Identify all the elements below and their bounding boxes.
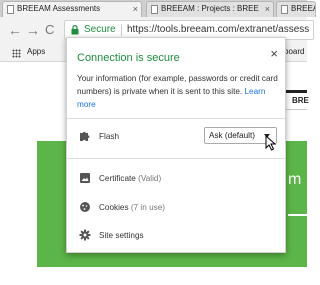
tab-close-icon[interactable]: × (133, 2, 138, 16)
gear-icon (79, 229, 91, 241)
cookies-count: (7 in use) (130, 203, 166, 212)
cookies-item[interactable]: Cookies (7 in use) (99, 203, 165, 212)
cookies-label[interactable]: Cookies (99, 203, 129, 212)
banner-line (288, 214, 307, 216)
puzzle-icon (80, 131, 90, 141)
site-settings-link[interactable]: Site settings (99, 231, 144, 240)
certificate-status: (Valid) (138, 174, 162, 183)
apps-grid-icon[interactable] (12, 49, 21, 58)
back-arrow-icon[interactable]: ← (8, 22, 22, 38)
site-info-popup: Connection is secure × Your information … (66, 37, 286, 253)
page-icon (151, 5, 158, 14)
tab-breeam-assessments-2[interactable]: BREEAM Assessments (276, 1, 316, 17)
bookmark-item[interactable]: board (284, 47, 304, 56)
tab-title: BREEAM Assessments (291, 4, 315, 13)
tab-breeam-projects[interactable]: BREEAM : Projects : BREE × (146, 1, 274, 17)
cookie-icon (80, 202, 90, 212)
certificate-item[interactable]: Certificate (Valid) (99, 174, 161, 183)
tab-title: BREEAM : Projects : BREE (161, 4, 259, 13)
page-icon (281, 5, 288, 14)
popup-title: Connection is secure (77, 52, 180, 64)
mouse-cursor-icon (265, 135, 277, 151)
page-icon (7, 5, 14, 14)
reload-icon[interactable]: C (45, 22, 54, 38)
banner-text: m (288, 171, 302, 188)
certificate-label[interactable]: Certificate (99, 174, 136, 183)
certificate-icon (80, 173, 90, 183)
close-icon[interactable]: × (270, 46, 278, 61)
divider (67, 158, 285, 159)
select-value: Ask (default) (209, 131, 255, 140)
tab-title: BREEAM Assessments (17, 4, 101, 13)
page-header-text: BRE (292, 96, 309, 105)
apps-bookmark[interactable]: Apps (27, 47, 45, 56)
separator (121, 24, 122, 36)
security-description: Your information (for example, passwords… (77, 72, 279, 111)
divider (67, 118, 285, 119)
forward-arrow-icon[interactable]: → (26, 22, 40, 38)
flash-label: Flash (99, 132, 120, 141)
tab-strip: BREEAM Assessments × BREEAM : Projects :… (0, 0, 316, 17)
tab-close-icon[interactable]: × (265, 2, 270, 16)
tab-breeam-assessments[interactable]: BREEAM Assessments × (2, 1, 142, 17)
lock-icon (71, 25, 79, 35)
